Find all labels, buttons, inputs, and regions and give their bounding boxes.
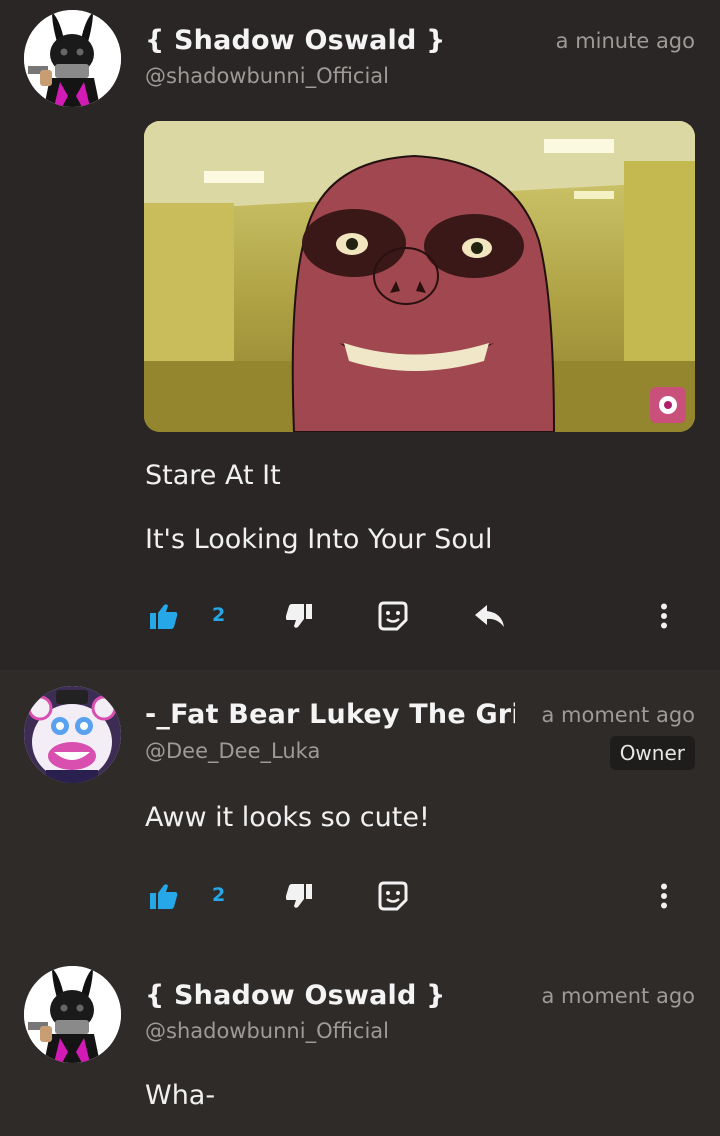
post-text-line-1: Stare At It	[145, 460, 281, 491]
commenter-handle[interactable]: @Dee_Dee_Luka	[145, 739, 320, 763]
like-button[interactable]	[150, 596, 178, 636]
comment-timestamp: a moment ago	[541, 703, 696, 727]
thumbs-down-icon	[286, 604, 312, 628]
commenter-name[interactable]: { Shadow Oswald }	[145, 980, 446, 1011]
owner-badge: Owner	[609, 736, 695, 770]
comment-text: Aww it looks so cute!	[145, 802, 430, 833]
comment: { Shadow Oswald } @shadowbunni_Official …	[0, 952, 720, 1136]
commenter-avatar[interactable]	[24, 686, 121, 783]
author-handle[interactable]: @shadowbunni_Official	[145, 64, 389, 88]
post-timestamp: a minute ago	[555, 29, 695, 53]
post: { Shadow Oswald } @shadowbunni_Official …	[0, 0, 720, 670]
comment-action-bar: 2	[0, 876, 720, 916]
commenter-avatar[interactable]	[24, 966, 121, 1063]
like-count: 2	[212, 604, 226, 626]
comment: -_Fat Bear Lukey The Grill_ @Dee_Dee_Luk…	[0, 670, 720, 952]
dislike-button[interactable]	[285, 596, 313, 636]
more-vertical-icon	[661, 603, 667, 629]
post-image[interactable]	[144, 121, 695, 432]
post-action-bar: 2	[0, 596, 720, 636]
thumbs-down-icon	[286, 884, 312, 908]
dislike-button[interactable]	[285, 876, 313, 916]
author-name[interactable]: { Shadow Oswald }	[145, 25, 446, 56]
reply-button[interactable]	[475, 596, 505, 636]
commenter-handle[interactable]: @shadowbunni_Official	[145, 1019, 389, 1043]
post-text-line-2: It's Looking Into Your Soul	[145, 524, 493, 555]
more-vertical-icon	[661, 883, 667, 909]
comment-text: Wha-	[145, 1080, 216, 1111]
comment-timestamp: a moment ago	[541, 984, 696, 1008]
sticker-icon	[378, 601, 408, 631]
like-button[interactable]	[150, 876, 178, 916]
more-options-button[interactable]	[654, 876, 674, 916]
sticker-icon	[378, 881, 408, 911]
commenter-name[interactable]: -_Fat Bear Lukey The Grill_	[145, 699, 515, 730]
thumbs-up-icon	[150, 604, 178, 629]
author-avatar[interactable]	[24, 10, 121, 107]
thumbs-up-icon	[150, 884, 178, 909]
more-options-button[interactable]	[654, 596, 674, 636]
like-count: 2	[212, 884, 226, 906]
sticker-button[interactable]	[378, 596, 408, 636]
sticker-button[interactable]	[378, 876, 408, 916]
reply-icon	[475, 605, 504, 627]
